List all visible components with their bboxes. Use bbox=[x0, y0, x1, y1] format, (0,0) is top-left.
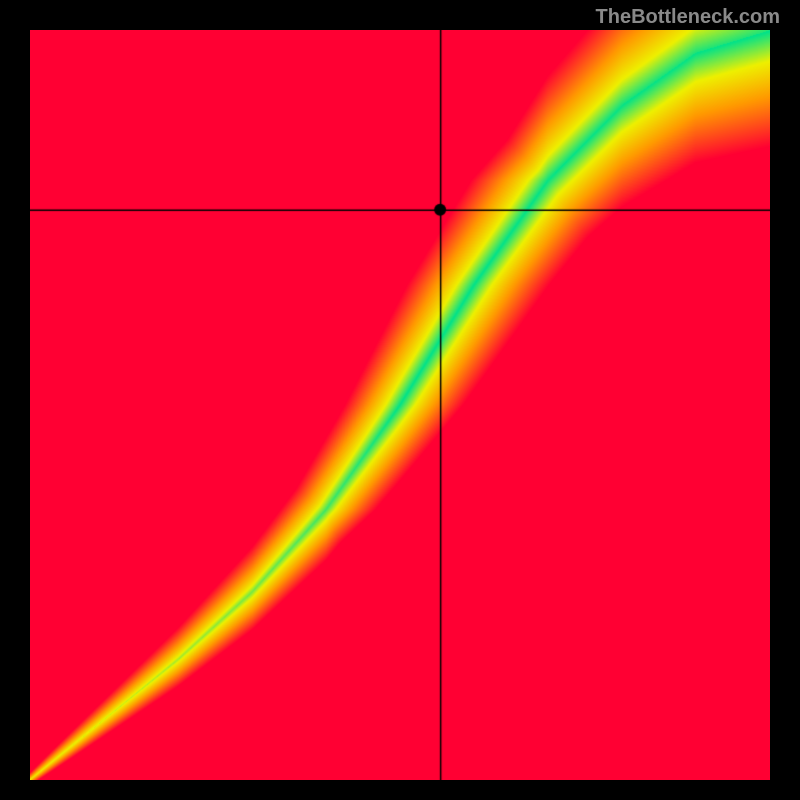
watermark-text: TheBottleneck.com bbox=[596, 6, 780, 29]
chart-container: TheBottleneck.com bbox=[0, 0, 800, 800]
bottleneck-heatmap bbox=[30, 30, 770, 780]
